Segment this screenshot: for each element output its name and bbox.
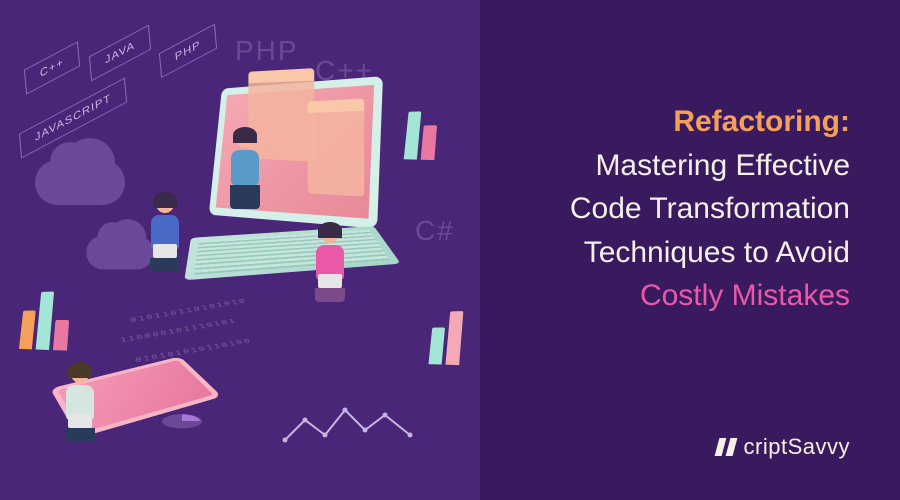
line-chart-decoration: [280, 400, 420, 460]
bar-chart-decoration: [404, 111, 438, 160]
title-panel: Refactoring: Mastering Effective Code Tr…: [480, 0, 900, 500]
person-standing: [225, 130, 265, 210]
binary-text: 010101010110100: [134, 338, 253, 365]
brand-logo: criptSavvy: [714, 434, 850, 460]
brand-name: criptSavvy: [744, 434, 850, 460]
cloud-icon: [86, 236, 154, 270]
title-accent-line: Costly Mistakes: [510, 274, 850, 318]
title-line: Techniques to Avoid: [510, 231, 850, 275]
person-sitting: [310, 225, 350, 305]
floating-window: [308, 98, 364, 196]
lang-tag-php: PHP: [159, 24, 217, 78]
lang-tag-java: JAVA: [89, 25, 151, 82]
ghost-php: PHP: [235, 35, 299, 67]
person-sitting: [60, 365, 100, 445]
pie-chart-icon: [159, 413, 206, 430]
bar-chart-decoration: [428, 311, 463, 365]
lang-tag-cpp: C++: [24, 41, 80, 94]
ghost-csharp: C#: [415, 215, 455, 247]
cloud-icon: [35, 160, 125, 205]
title-line: Code Transformation: [510, 187, 850, 231]
title-line: Mastering Effective: [510, 144, 850, 188]
brand-mark-icon: [710, 435, 740, 459]
illustration-panel: C++ JAVA PHP JAVASCRIPT PHP C++ C# 01011…: [0, 0, 480, 500]
person-sitting: [145, 195, 185, 275]
bar-chart-decoration: [19, 291, 71, 351]
title-accent-line: Refactoring:: [510, 100, 850, 144]
